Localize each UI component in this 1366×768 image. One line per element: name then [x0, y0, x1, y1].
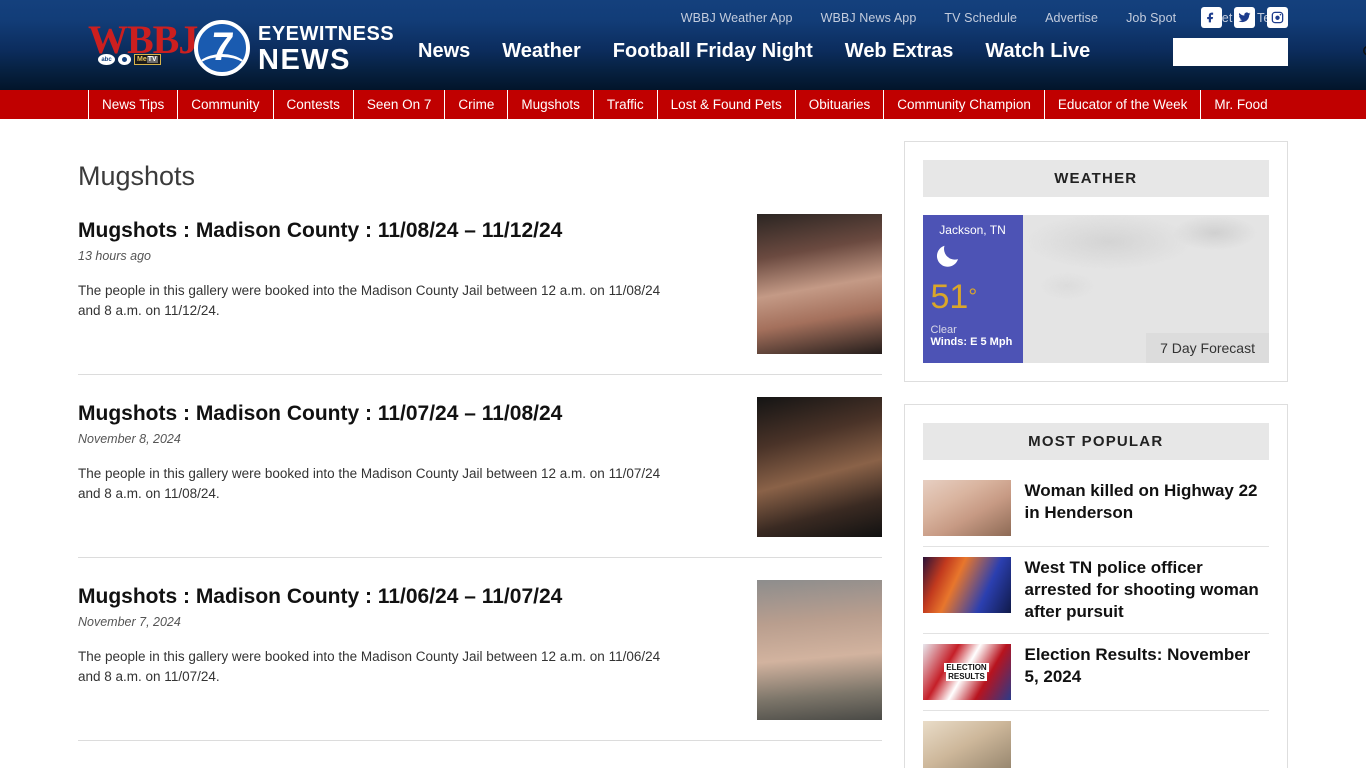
twitter-icon[interactable] [1234, 7, 1255, 28]
article-thumbnail[interactable] [756, 397, 882, 537]
weather-current-panel: Jackson, TN 51° Clear Winds: E 5 Mph [922, 215, 1023, 363]
channel-number: 7 [208, 25, 236, 69]
article-thumbnail[interactable] [756, 214, 882, 354]
utility-link-advertise[interactable]: Advertise [1045, 11, 1098, 25]
popular-title: Election Results: November 5, 2024 [1024, 645, 1251, 686]
weather-heading: WEATHER [922, 160, 1269, 197]
article-item[interactable]: Mugshots : Madison County : 11/06/24 – 1… [78, 580, 882, 741]
news-text: NEWS [258, 44, 351, 76]
election-results-badge: ELECTION RESULTS [923, 644, 1011, 700]
search-box[interactable] [1173, 38, 1366, 66]
weather-radar-map[interactable]: 7 Day Forecast [1022, 215, 1269, 363]
social-links [1201, 7, 1288, 28]
popular-title: Woman killed on Highway 22 in Henderson [1024, 481, 1258, 522]
article-text: Mugshots : Madison County : 11/08/24 – 1… [78, 214, 678, 354]
degree-symbol: ° [968, 284, 978, 309]
weather-temperature: 51° [931, 278, 1015, 316]
article-text: Mugshots : Madison County : 11/07/24 – 1… [78, 397, 678, 537]
subnav-item-seen-on-7[interactable]: Seen On 7 [354, 90, 446, 119]
eyewitness-news-wordmark: EYEWITNESS NEWS [258, 23, 394, 75]
popular-thumbnail: ELECTION RESULTS [922, 644, 1011, 700]
search-input[interactable] [1173, 38, 1361, 66]
subnav-item-community-champion[interactable]: Community Champion [884, 90, 1045, 119]
site-logo[interactable]: WBBJ abc Me TV 7 EYEWITNESS NEWS [88, 17, 394, 78]
most-popular-heading: MOST POPULAR [922, 423, 1269, 460]
list-item[interactable]: Woman killed on Highway 22 in Henderson [922, 476, 1269, 547]
article-excerpt: The people in this gallery were booked i… [78, 466, 661, 501]
secondary-nav: News Tips Community Contests Seen On 7 C… [0, 90, 1366, 119]
channel-7-icon: 7 [194, 20, 250, 76]
subnav-item-educator-of-the-week[interactable]: Educator of the Week [1045, 90, 1202, 119]
utility-link-news-app[interactable]: WBBJ News App [821, 11, 917, 25]
subnav-item-mugshots[interactable]: Mugshots [508, 90, 594, 119]
utility-link-tv-schedule[interactable]: TV Schedule [944, 11, 1017, 25]
weather-condition: Clear [930, 324, 957, 336]
instagram-icon[interactable] [1267, 7, 1288, 28]
article-item[interactable]: Mugshots : Madison County : 11/08/24 – 1… [78, 214, 882, 375]
page-title: Mugshots [78, 161, 196, 191]
subnav-item-traffic[interactable]: Traffic [594, 90, 658, 119]
weather-widget: WEATHER Jackson, TN 51° Clear Winds: E 5… [903, 141, 1288, 382]
article-text: Mugshots : Madison County : 11/06/24 – 1… [78, 580, 678, 720]
article-date: 13 hours ago [78, 249, 151, 263]
subnav-item-contests[interactable]: Contests [274, 90, 354, 119]
subnav-item-community[interactable]: Community [178, 90, 274, 119]
article-title[interactable]: Mugshots : Madison County : 11/08/24 – 1… [78, 218, 678, 243]
subnav-item-mr-food[interactable]: Mr. Food [1201, 90, 1280, 119]
nav-item-football-friday-night[interactable]: Football Friday Night [613, 40, 813, 63]
subnav-item-news-tips[interactable]: News Tips [88, 90, 179, 119]
utility-link-weather-app[interactable]: WBBJ Weather App [681, 11, 793, 25]
list-item[interactable]: ELECTION RESULTS Election Results: Novem… [922, 634, 1269, 711]
article-title[interactable]: Mugshots : Madison County : 11/06/24 – 1… [78, 584, 678, 609]
popular-title: West TN police officer arrested for shoo… [1024, 558, 1259, 621]
nav-item-news[interactable]: News [418, 40, 470, 63]
main-nav: News Weather Football Friday Night Web E… [418, 40, 1090, 63]
abc-icon: abc [98, 54, 115, 65]
article-title[interactable]: Mugshots : Madison County : 11/07/24 – 1… [78, 401, 678, 426]
site-header: WBBJ Weather App WBBJ News App TV Schedu… [0, 0, 1366, 90]
utility-link-job-spot[interactable]: Job Spot [1126, 11, 1176, 25]
eyewitness-text: EYEWITNESS [258, 23, 395, 45]
nav-item-weather[interactable]: Weather [502, 40, 581, 63]
search-icon[interactable] [1361, 38, 1366, 66]
election-badge-line2: RESULTS [946, 672, 987, 681]
sidebar: WEATHER Jackson, TN 51° Clear Winds: E 5… [903, 119, 1288, 768]
weather-winds: Winds: E 5 Mph [930, 336, 1013, 348]
popular-thumbnail [922, 557, 1011, 613]
cbs-eye-icon [118, 54, 131, 65]
weather-city: Jackson, TN [939, 223, 1006, 237]
subnav-item-crime[interactable]: Crime [445, 90, 509, 119]
subnav-item-obituaries[interactable]: Obituaries [796, 90, 885, 119]
article-item[interactable]: Mugshots : Madison County : 11/07/24 – 1… [78, 397, 882, 558]
most-popular-list: Woman killed on Highway 22 in Henderson … [922, 476, 1270, 768]
article-excerpt: The people in this gallery were booked i… [78, 649, 661, 684]
wbbj-lockup: WBBJ abc Me TV [88, 17, 198, 74]
article-thumbnail[interactable] [756, 580, 882, 720]
wbbj-wordmark: WBBJ [88, 17, 198, 62]
moon-icon [933, 241, 1015, 276]
main-content: Mugshots Mugshots : Madison County : 11/… [78, 119, 882, 768]
popular-thumbnail [922, 721, 1011, 768]
most-popular-widget: MOST POPULAR Woman killed on Highway 22 … [903, 404, 1288, 768]
article-date: November 7, 2024 [78, 615, 181, 629]
seven-day-forecast-button[interactable]: 7 Day Forecast [1146, 333, 1269, 363]
subnav-item-lost-and-found-pets[interactable]: Lost & Found Pets [658, 90, 796, 119]
list-item[interactable]: West TN police officer arrested for shoo… [922, 547, 1269, 634]
facebook-icon[interactable] [1201, 7, 1222, 28]
article-date: November 8, 2024 [78, 432, 181, 446]
nav-item-web-extras[interactable]: Web Extras [845, 40, 954, 63]
nav-item-watch-live[interactable]: Watch Live [985, 40, 1090, 63]
weather-body[interactable]: Jackson, TN 51° Clear Winds: E 5 Mph 7 D… [922, 215, 1269, 363]
election-badge-line1: ELECTION [944, 663, 989, 672]
network-badges: abc Me TV [98, 54, 161, 65]
metv-icon: Me TV [134, 54, 161, 65]
popular-thumbnail [922, 480, 1011, 536]
list-item[interactable] [922, 711, 1270, 768]
weather-temp-value: 51 [930, 278, 969, 316]
page-body: Mugshots Mugshots : Madison County : 11/… [0, 119, 1366, 768]
article-excerpt: The people in this gallery were booked i… [78, 283, 661, 318]
